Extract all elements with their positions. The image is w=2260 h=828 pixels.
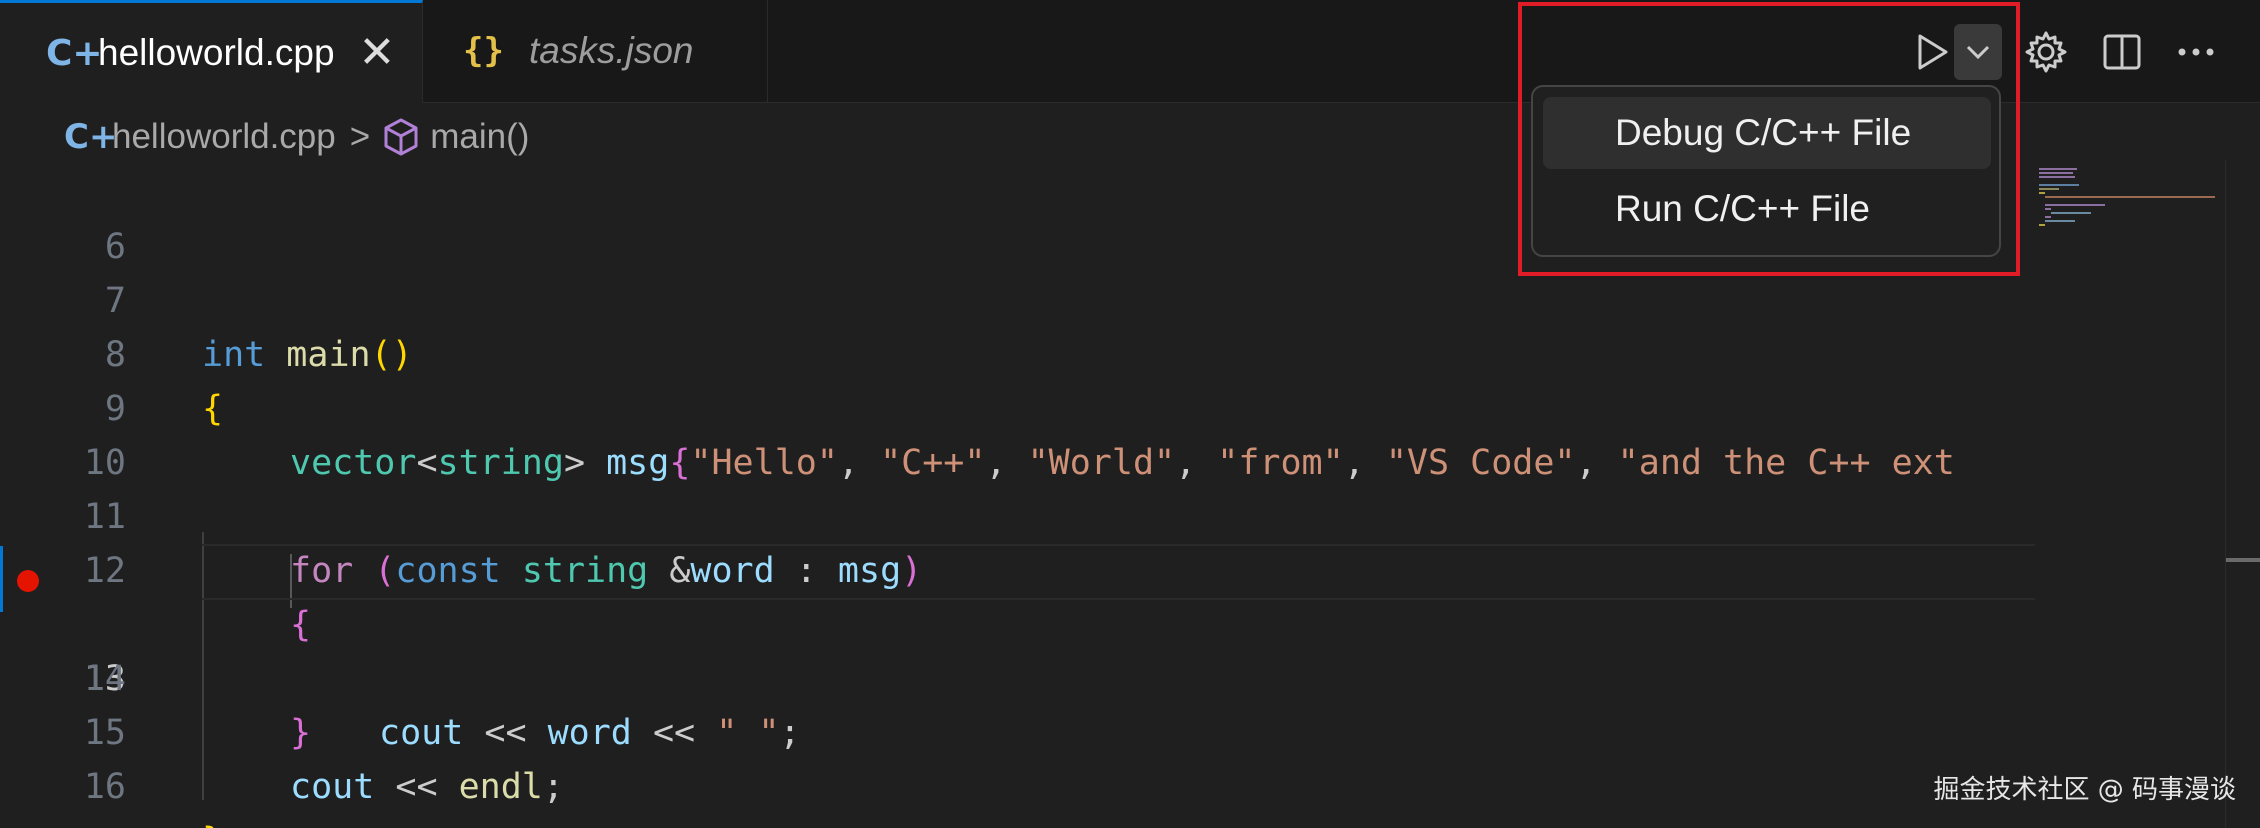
menu-item-debug-cpp-file[interactable]: Debug C/C++ File: [1543, 97, 1991, 169]
code-line: 15 cout << endl;: [0, 652, 2035, 807]
tab-tasks-json[interactable]: {} tasks.json: [423, 0, 768, 102]
code-line: 12 {: [0, 490, 2035, 645]
watermark: 掘金技术社区 @ 码事漫谈: [1933, 775, 2236, 805]
code-line-current: 13 cout << word << " ";: [0, 544, 2035, 753]
breakpoint-icon[interactable]: [17, 570, 39, 592]
code-line: 8 {: [0, 274, 2035, 429]
cpp-file-icon: C+: [46, 32, 103, 74]
split-editor-button[interactable]: [2096, 24, 2148, 80]
gear-icon: [2024, 30, 2068, 74]
scrollbar-marker: [2226, 558, 2260, 562]
close-icon[interactable]: ✕: [359, 31, 396, 75]
run-button[interactable]: [1906, 24, 1958, 80]
split-editor-icon: [2102, 32, 2142, 72]
run-icon: [1914, 32, 1950, 72]
editor-window: C+ helloworld.cpp ✕ {} tasks.json C+ hel…: [0, 0, 2260, 828]
cpp-file-icon: C+: [64, 116, 118, 157]
breadcrumb-separator: >: [349, 116, 371, 156]
tab-label: helloworld.cpp: [98, 32, 335, 73]
code-line: 16 }: [0, 706, 2035, 828]
active-line-indicator: [0, 546, 3, 612]
code-line: 10: [0, 382, 2035, 483]
code-line: 14 }: [0, 598, 2035, 753]
current-line-highlight: [202, 544, 2035, 600]
code-editor[interactable]: 6 7 int main() 8 { 9 vector<string> msg{…: [0, 172, 2035, 828]
code-text: cout << endl;: [290, 767, 564, 807]
code-line: 9 vector<string> msg{"Hello", "C++", "Wo…: [0, 328, 2035, 483]
more-actions-button[interactable]: [2170, 24, 2222, 80]
symbol-method-icon: [382, 117, 420, 157]
tab-helloworld-cpp[interactable]: C+ helloworld.cpp ✕: [0, 0, 423, 103]
code-line: 11 for (const string &word : msg): [0, 436, 2035, 591]
breadcrumb-file[interactable]: helloworld.cpp: [112, 117, 336, 157]
minimap[interactable]: [2035, 160, 2225, 828]
code-text: }: [202, 814, 223, 828]
settings-button[interactable]: [2020, 24, 2072, 80]
run-dropdown-button[interactable]: [1954, 24, 2002, 80]
line-number: 16: [83, 767, 126, 807]
menu-item-run-cpp-file[interactable]: Run C/C++ File: [1543, 173, 1991, 245]
more-icon: [2176, 46, 2216, 58]
vertical-scrollbar[interactable]: [2225, 160, 2260, 828]
chevron-down-icon: [1965, 43, 1991, 61]
breadcrumb-symbol[interactable]: main(): [430, 117, 529, 157]
json-file-icon: {}: [463, 31, 504, 71]
run-dropdown-menu: Debug C/C++ File Run C/C++ File: [1531, 85, 2001, 257]
tab-label: tasks.json: [529, 30, 694, 71]
